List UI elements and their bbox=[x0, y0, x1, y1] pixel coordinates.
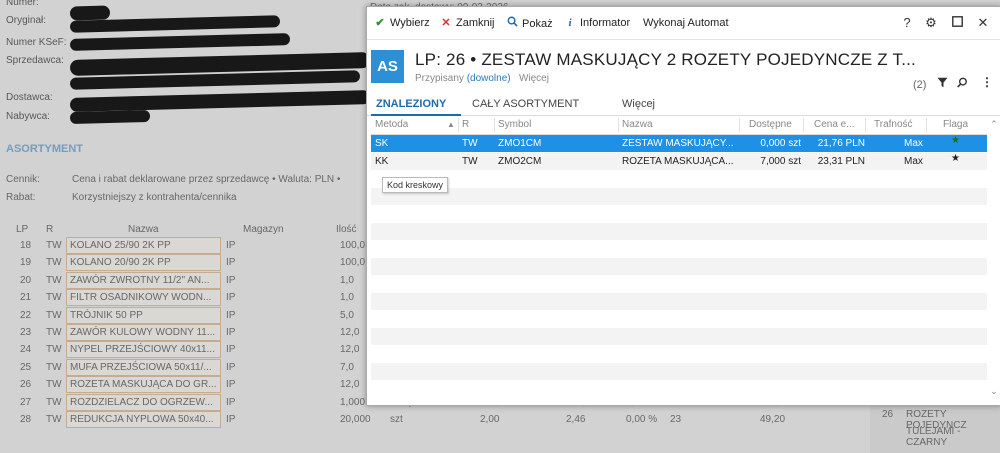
grid-row-empty bbox=[371, 310, 987, 327]
close-label: Zamknij bbox=[456, 17, 495, 29]
show-label: Pokaż bbox=[522, 18, 553, 30]
grid-row-empty bbox=[371, 327, 987, 345]
maximize-icon[interactable] bbox=[949, 15, 965, 31]
grid-row-empty bbox=[371, 240, 987, 257]
col-nazwa[interactable]: Nazwa bbox=[622, 119, 653, 130]
col-r[interactable]: R bbox=[462, 119, 469, 130]
dialog-toolbar: ✔ Wybierz ✕ Zamknij Pokaż i Informator Wyko… bbox=[367, 7, 1000, 40]
tab-znaleziony[interactable]: ZNALEZIONY bbox=[376, 98, 446, 110]
cell-dostepne: 7,000 szt bbox=[760, 155, 801, 167]
grid-row-empty bbox=[371, 362, 987, 380]
col-trafnosc[interactable]: Trafność bbox=[874, 119, 913, 130]
automat-button[interactable]: Wykonaj Automat bbox=[643, 16, 729, 30]
close-button[interactable]: ✕ Zamknij bbox=[439, 16, 495, 30]
grid-row[interactable]: SK TW ZMO1CM ZESTAW MASKUJĄCY... 0,000 szt 21… bbox=[371, 135, 987, 152]
select-label: Wybierz bbox=[390, 17, 430, 29]
informator-button[interactable]: i Informator bbox=[563, 16, 630, 30]
tab-caly-asortyment[interactable]: CAŁY ASORTYMENT bbox=[472, 98, 579, 110]
star-icon[interactable]: ★ bbox=[951, 135, 960, 146]
results-grid: Metoda ▲ R Symbol Nazwa Dostępne Cena e.… bbox=[371, 116, 987, 401]
cell-metoda: SK bbox=[375, 138, 389, 149]
sort-asc-icon[interactable]: ▲ bbox=[447, 120, 455, 129]
check-icon: ✔ bbox=[375, 17, 385, 29]
scroll-down-icon[interactable]: ⌄ bbox=[989, 386, 999, 397]
grid-row-empty bbox=[371, 292, 987, 310]
informator-label: Informator bbox=[580, 17, 631, 29]
grid-row-empty bbox=[371, 205, 987, 222]
info-icon: i bbox=[568, 17, 572, 29]
cell-metoda: KK bbox=[375, 155, 389, 167]
cell-nazwa: ROZETA MASKUJĄCA... bbox=[622, 155, 734, 167]
cell-trafnosc: Max bbox=[904, 138, 923, 149]
cell-r: TW bbox=[462, 155, 478, 167]
search-icon[interactable] bbox=[957, 77, 968, 91]
status-text: Przypisany bbox=[415, 73, 464, 84]
col-symbol[interactable]: Symbol bbox=[498, 119, 531, 130]
grid-row-empty bbox=[371, 380, 987, 397]
grid-row[interactable]: KK TW ZMO2CM ROZETA MASKUJĄCA... 7,000 szt 23… bbox=[371, 152, 987, 170]
select-button[interactable]: ✔ Wybierz bbox=[373, 16, 430, 30]
x-icon: ✕ bbox=[441, 17, 451, 29]
automat-label: Wykonaj Automat bbox=[643, 17, 729, 29]
show-button[interactable]: Pokaż bbox=[505, 16, 553, 30]
grid-row-empty bbox=[371, 170, 987, 187]
col-flaga[interactable]: Flaga bbox=[943, 119, 968, 130]
tab-wiecej[interactable]: Więcej bbox=[622, 98, 655, 110]
dialog-subtitle: Przypisany (dowolne) Więcej bbox=[415, 73, 549, 84]
assortment-dialog: ✔ Wybierz ✕ Zamknij Pokaż i Informator Wyko… bbox=[366, 6, 1000, 406]
scroll-up-icon[interactable]: ⌃ bbox=[989, 119, 999, 130]
kebab-icon[interactable]: ⋮ bbox=[981, 75, 993, 89]
result-count: (2) bbox=[913, 79, 927, 91]
col-dostepne[interactable]: Dostępne bbox=[749, 119, 792, 130]
grid-row-empty bbox=[371, 187, 987, 205]
cell-r: TW bbox=[462, 138, 478, 149]
grid-header: Metoda ▲ R Symbol Nazwa Dostępne Cena e.… bbox=[371, 116, 987, 135]
dialog-title: LP: 26 • ZESTAW MASKUJĄCY 2 ROZETY POJED… bbox=[415, 50, 916, 69]
grid-row-empty bbox=[371, 222, 987, 240]
filter-icon[interactable] bbox=[937, 77, 948, 91]
dialog-header: AS LP: 26 • ZESTAW MASKUJĄCY 2 ROZETY PO… bbox=[367, 40, 1000, 95]
help-icon[interactable]: ? bbox=[899, 15, 915, 31]
cell-dostepne: 0,000 szt bbox=[760, 138, 801, 149]
search-icon bbox=[505, 16, 519, 31]
dowolne-link[interactable]: (dowolne) bbox=[467, 73, 511, 84]
star-icon[interactable]: ★ bbox=[951, 153, 960, 164]
gear-icon[interactable]: ⚙ bbox=[923, 15, 939, 31]
avatar: AS bbox=[371, 50, 404, 83]
close-window-icon[interactable]: ✕ bbox=[975, 15, 991, 31]
cell-symbol: ZMO2CM bbox=[498, 155, 542, 167]
cell-trafnosc: Max bbox=[904, 155, 923, 167]
cell-nazwa: ZESTAW MASKUJĄCY... bbox=[622, 138, 734, 149]
tab-bar: ZNALEZIONY CAŁY ASORTYMENT Więcej bbox=[367, 95, 1000, 116]
tooltip: Kod kreskowy bbox=[382, 177, 449, 193]
grid-row-empty bbox=[371, 275, 987, 292]
col-metoda[interactable]: Metoda bbox=[375, 119, 408, 130]
cell-cena: 23,31 PLN bbox=[817, 155, 865, 167]
col-cena[interactable]: Cena e... bbox=[814, 119, 855, 130]
grid-row-empty bbox=[371, 257, 987, 275]
more-link[interactable]: Więcej bbox=[519, 73, 549, 84]
cell-symbol: ZMO1CM bbox=[498, 138, 542, 149]
grid-row-empty bbox=[371, 345, 987, 362]
vertical-scrollbar[interactable]: ⌃ ⌄ bbox=[989, 116, 999, 401]
cell-cena: 21,76 PLN bbox=[817, 138, 865, 149]
